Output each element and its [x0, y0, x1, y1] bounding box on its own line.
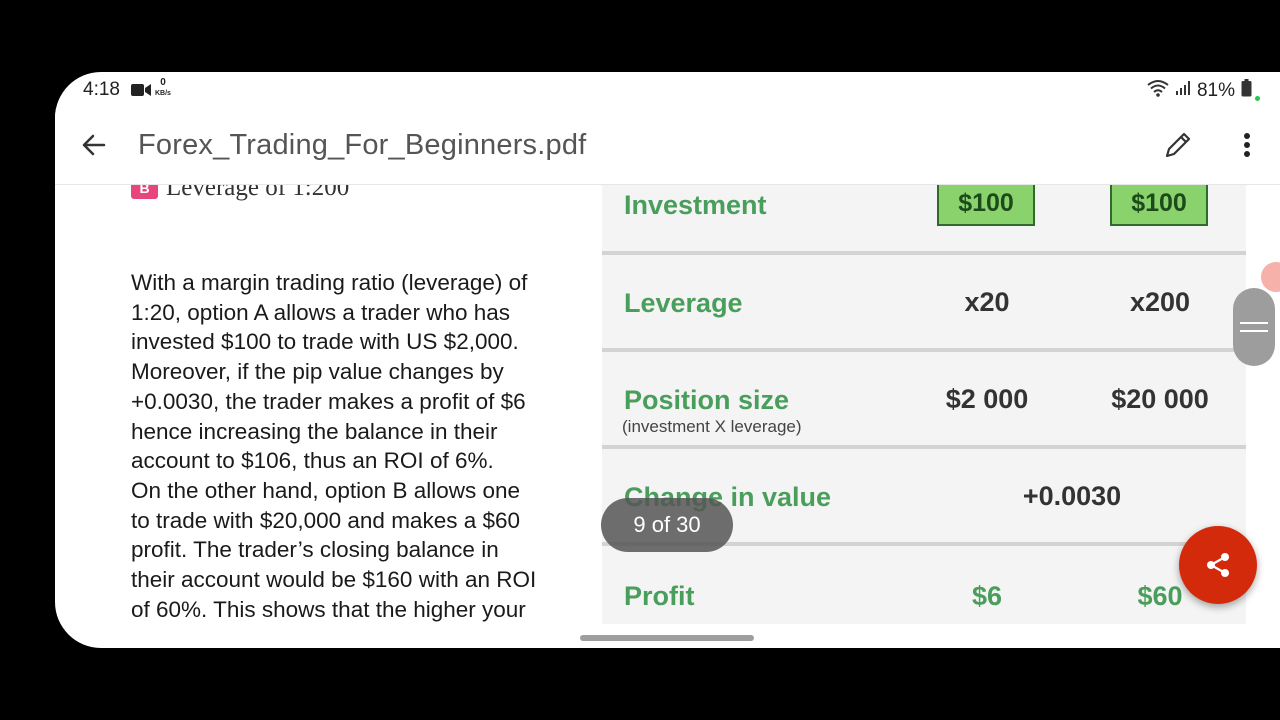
status-time: 4:18 [83, 79, 120, 100]
position-a-value: $2 000 [945, 384, 1029, 414]
leverage-comparison-table: $100 $100 Investment Leverage x20 x200 P… [602, 184, 1246, 624]
back-arrow-icon [82, 134, 106, 156]
position-b-value: $20 000 [1111, 384, 1209, 414]
row-divider [602, 445, 1246, 449]
home-indicator[interactable] [580, 635, 754, 641]
position-size-label: Position size [624, 385, 790, 415]
leverage-label: Leverage [624, 288, 743, 318]
fast-scroll-handle[interactable] [1233, 288, 1275, 366]
page-indicator: 9 of 30 [601, 498, 733, 552]
battery-percent: 81% [1196, 80, 1235, 101]
investment-a-bill: $100 [937, 184, 1035, 226]
app-bar: Forex_Trading_For_Beginners.pdf [55, 108, 1280, 185]
paragraph-line: account to $106, thus an ROI of 6%. [131, 448, 494, 474]
paragraph-line: hence increasing the balance in their [131, 418, 498, 444]
edit-button[interactable] [1161, 128, 1195, 162]
document-title: Forex_Trading_For_Beginners.pdf [138, 129, 587, 161]
share-icon [1207, 553, 1229, 577]
section-heading: B Leverage of 1:200 [131, 184, 349, 202]
paragraph-line: On the other hand, option B allows one [131, 477, 521, 503]
section-heading-text: Leverage of 1:200 [166, 184, 350, 201]
change-in-value: +0.0030 [1022, 481, 1122, 511]
paragraph-line: to trade with $20,000 and makes a $60 [131, 507, 521, 533]
profit-a-value: $6 [971, 581, 1003, 611]
paragraph-line: their account would be $160 with an ROI [131, 567, 537, 593]
row-divider [602, 251, 1246, 255]
status-right: 81% [1147, 79, 1260, 103]
paragraph-line: Moreover, if the pip value changes by [131, 359, 504, 385]
position-size-sublabel: (investment X leverage) [622, 417, 802, 436]
signal-icon [1175, 80, 1191, 102]
pencil-icon [1165, 132, 1191, 158]
paragraph-line: With a margin trading ratio (leverage) o… [131, 270, 528, 295]
video-camera-icon [131, 83, 151, 102]
back-button[interactable] [77, 128, 111, 162]
body-paragraph: With a margin trading ratio (leverage) o… [131, 268, 591, 624]
wifi-icon [1147, 79, 1169, 103]
more-options-button[interactable] [1230, 128, 1264, 162]
section-badge: B [131, 184, 158, 199]
share-button[interactable] [1179, 526, 1257, 604]
profit-label: Profit [624, 581, 695, 611]
network-speed-unit: KB/s [155, 90, 171, 97]
investment-a-value: $100 [958, 188, 1014, 217]
paragraph-line: of 60%. This shows that the higher your [131, 596, 526, 622]
paragraph-line: invested $100 to trade with US $2,000. [131, 329, 519, 355]
leverage-a-value: x20 [964, 287, 1010, 317]
privacy-indicator-dot [1255, 95, 1260, 101]
investment-label: Investment [624, 190, 767, 220]
leverage-b-value: x200 [1129, 287, 1191, 317]
network-speed-value: 0 [160, 77, 166, 88]
investment-b-value: $100 [1131, 188, 1187, 217]
more-vert-icon [1244, 133, 1250, 157]
investment-b-bill: $100 [1110, 184, 1208, 226]
paragraph-line: +0.0030, the trader makes a profit of $6 [131, 388, 526, 414]
paragraph-line: 1:20, option A allows a trader who has [131, 299, 510, 325]
row-divider [602, 348, 1246, 352]
status-bar: 4:18 0 KB/s 81% [55, 72, 1280, 108]
phone-screen: 4:18 0 KB/s 81% Forex_Trading_For_Beginn… [55, 72, 1280, 648]
battery-icon [1241, 79, 1252, 103]
paragraph-line: profit. The trader’s closing balance in [131, 537, 499, 563]
network-speed: 0 KB/s [155, 78, 171, 99]
drag-handle-icon [1240, 322, 1268, 332]
pdf-page-view[interactable]: B Leverage of 1:200 With a margin tradin… [55, 184, 1280, 648]
